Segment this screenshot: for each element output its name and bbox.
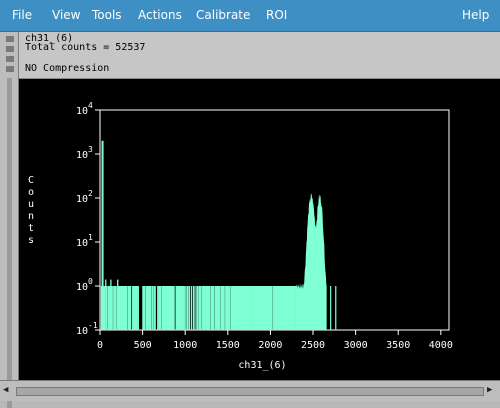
y-axis-label-char: t bbox=[28, 223, 34, 234]
y-axis-label-char: n bbox=[28, 211, 34, 222]
count-bar bbox=[185, 286, 187, 330]
count-bar bbox=[149, 286, 152, 330]
x-tick-label: 500 bbox=[134, 340, 152, 351]
count-bar bbox=[125, 286, 128, 330]
plot-area[interactable]: 0 500 1000 1500 2000 2500 3000 3500 4000 10-1 100 1… bbox=[19, 79, 500, 380]
count-bar bbox=[160, 286, 162, 330]
scroll-left-icon[interactable]: ◀ bbox=[3, 385, 13, 395]
peak-doublet bbox=[295, 193, 327, 330]
y-tick-label: 101 bbox=[76, 233, 93, 249]
count-bar bbox=[173, 286, 175, 330]
count-bar bbox=[229, 286, 231, 330]
vertical-scrollbar[interactable] bbox=[7, 78, 12, 408]
menu-actions[interactable]: Actions bbox=[138, 8, 182, 22]
count-bar bbox=[209, 286, 211, 330]
x-tick-label: 3000 bbox=[344, 340, 368, 351]
count-bar bbox=[197, 286, 199, 330]
count-bar bbox=[154, 286, 156, 330]
count-bar bbox=[183, 286, 185, 330]
arrow-up-icon-2[interactable] bbox=[6, 56, 14, 62]
count-bar bbox=[193, 286, 195, 330]
count-bar bbox=[188, 286, 191, 330]
y-axis-label-char: o bbox=[28, 187, 34, 198]
count-bar bbox=[195, 286, 197, 330]
y-axis-label-char: C bbox=[28, 175, 34, 186]
scroll-track[interactable] bbox=[16, 387, 484, 396]
x-tick-label: 3500 bbox=[386, 340, 410, 351]
count-bar bbox=[200, 286, 202, 330]
x-tick-label: 1500 bbox=[216, 340, 240, 351]
count-bar bbox=[144, 286, 146, 330]
x-tick-label: 0 bbox=[97, 340, 103, 351]
spectrum-bars bbox=[100, 140, 337, 330]
x-tick-label: 2500 bbox=[301, 340, 325, 351]
menu-view[interactable]: View bbox=[52, 8, 80, 22]
count-bar bbox=[335, 286, 337, 330]
y-axis-label-char: s bbox=[28, 235, 34, 246]
menu-tools[interactable]: Tools bbox=[92, 8, 122, 22]
y-tick-label: 100 bbox=[76, 277, 93, 293]
count-bar bbox=[190, 286, 193, 330]
compression-status: NO Compression bbox=[25, 63, 110, 74]
menu-help[interactable]: Help bbox=[462, 8, 489, 22]
count-bar bbox=[186, 286, 189, 330]
count-bar bbox=[105, 279, 107, 330]
y-tick-label: 103 bbox=[76, 145, 93, 161]
arrow-down-icon[interactable] bbox=[6, 46, 14, 52]
count-bar bbox=[117, 279, 119, 330]
count-bar bbox=[271, 286, 273, 330]
count-bar bbox=[103, 286, 106, 330]
arrow-up-icon[interactable] bbox=[6, 36, 14, 42]
left-panel-strip bbox=[0, 32, 19, 408]
menu-file[interactable]: File bbox=[12, 8, 32, 22]
count-bar bbox=[219, 286, 221, 330]
scroll-right-icon[interactable]: ▶ bbox=[487, 385, 497, 395]
x-tick-label: 2000 bbox=[258, 340, 282, 351]
menu-calibrate[interactable]: Calibrate bbox=[196, 8, 250, 22]
y-tick-label: 102 bbox=[76, 189, 93, 205]
y-tick-label: 104 bbox=[76, 101, 93, 117]
count-bar bbox=[115, 286, 117, 330]
x-axis-label: ch31_(6) bbox=[238, 360, 286, 371]
count-bar bbox=[110, 279, 112, 330]
count-bar bbox=[129, 286, 132, 330]
horizontal-scrollbar[interactable]: ◀ ▶ bbox=[0, 380, 500, 401]
count-bar bbox=[137, 286, 139, 330]
arrow-down-icon-2[interactable] bbox=[6, 66, 14, 72]
y-axis-label-char: u bbox=[28, 199, 34, 210]
count-bar bbox=[212, 286, 215, 330]
x-tick-label: 1000 bbox=[173, 340, 197, 351]
menu-bar: File View Tools Actions Calibrate ROI He… bbox=[0, 0, 500, 32]
menu-roi[interactable]: ROI bbox=[266, 8, 287, 22]
y-tick-label: 10-1 bbox=[76, 321, 98, 337]
total-counts: Total counts = 52537 bbox=[25, 42, 146, 53]
spectrum-info-panel: ch31_(6) Total counts = 52537 NO Compres… bbox=[19, 32, 500, 79]
count-bar bbox=[223, 286, 225, 330]
count-bar bbox=[330, 286, 332, 330]
spectrum-chart[interactable]: 0 500 1000 1500 2000 2500 3000 3500 4000 10-1 100 1… bbox=[19, 79, 500, 380]
x-tick-label: 4000 bbox=[429, 340, 453, 351]
count-bar bbox=[151, 286, 154, 330]
count-bar bbox=[111, 286, 113, 330]
